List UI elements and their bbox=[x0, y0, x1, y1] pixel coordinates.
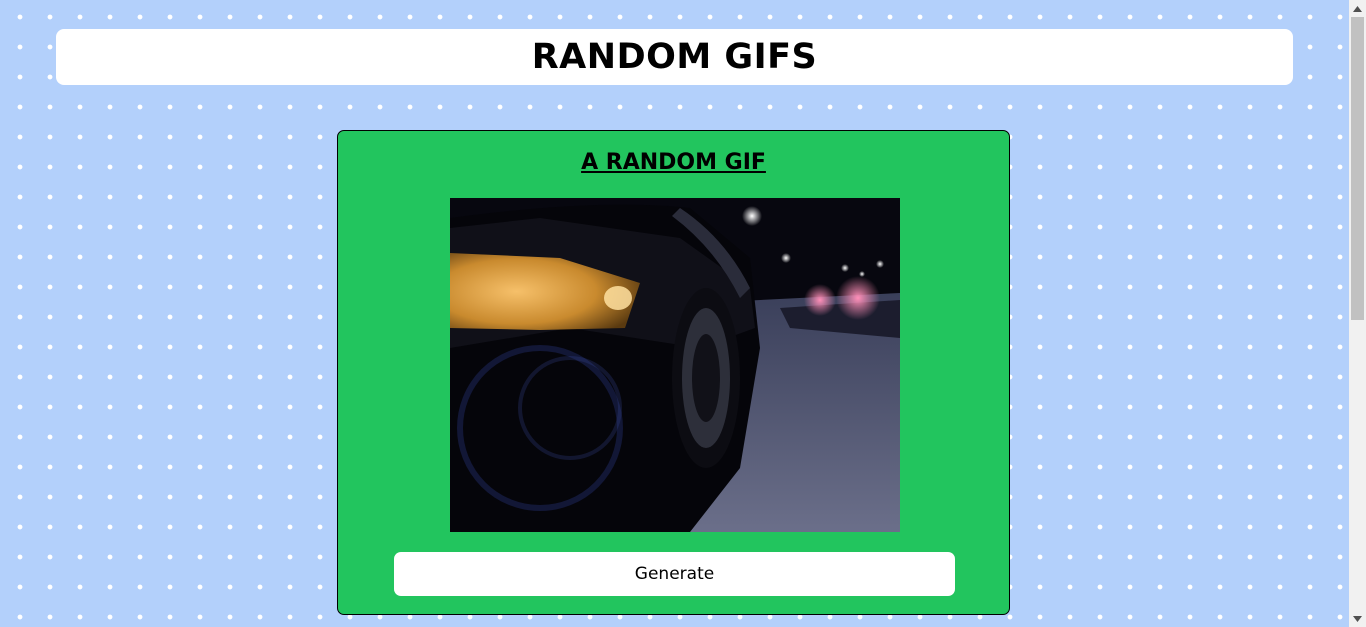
vertical-scrollbar[interactable] bbox=[1349, 0, 1366, 627]
scrollbar-thumb[interactable] bbox=[1351, 17, 1364, 320]
generate-button[interactable]: Generate bbox=[394, 552, 955, 596]
scroll-up-arrow-icon[interactable] bbox=[1349, 0, 1366, 17]
card-title: A RANDOM GIF bbox=[581, 150, 766, 175]
gif-image bbox=[450, 198, 900, 532]
gif-car-illustration bbox=[450, 198, 900, 532]
page-title: RANDOM GIFS bbox=[531, 37, 818, 77]
random-gif-card: A RANDOM GIF Generate bbox=[337, 130, 1010, 615]
scroll-down-arrow-icon[interactable] bbox=[1349, 610, 1366, 627]
page-header: RANDOM GIFS bbox=[56, 29, 1293, 85]
